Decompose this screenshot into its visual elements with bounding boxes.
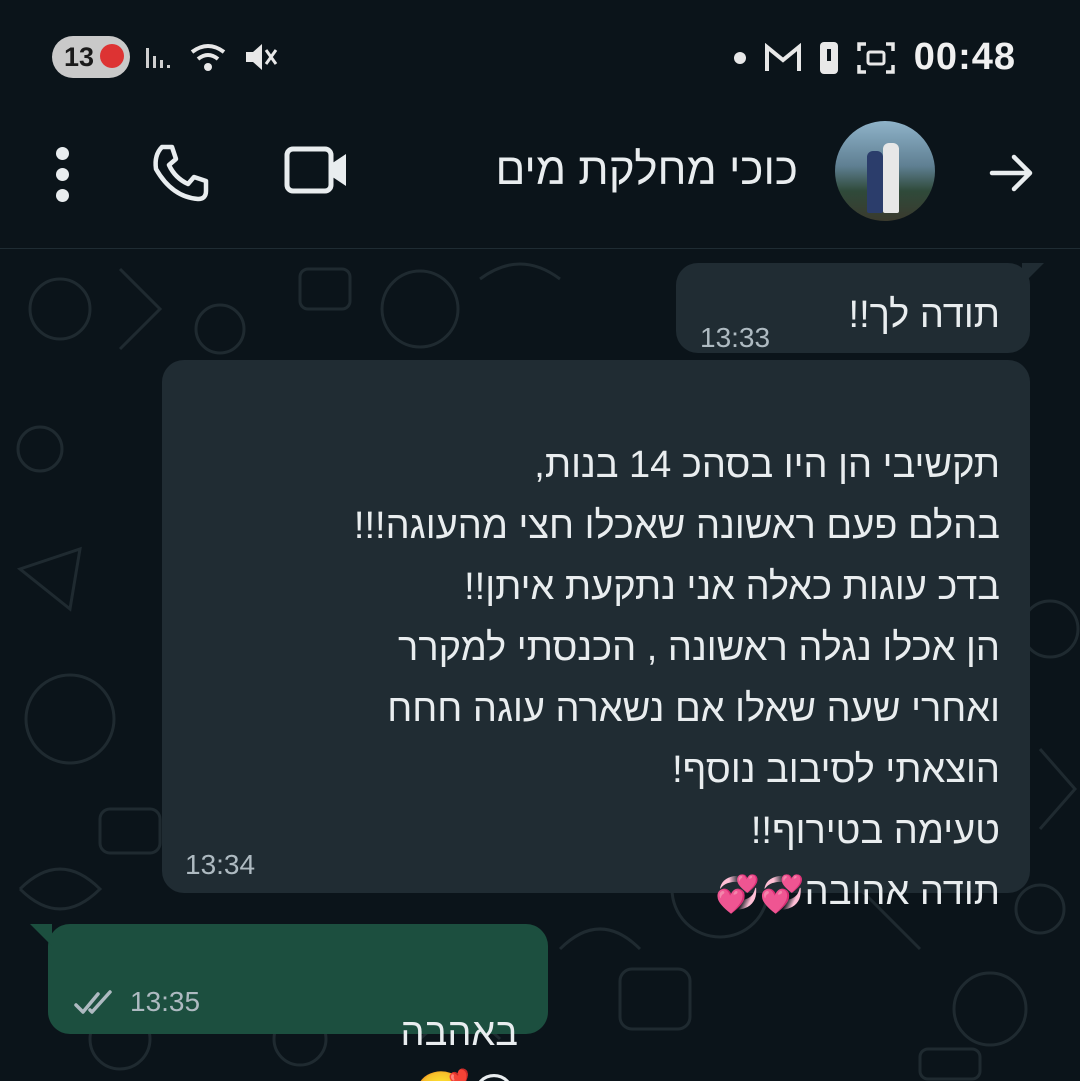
message-bubble-outgoing[interactable]: באהבה 😊🥰 13:35: [30, 924, 548, 1081]
smiling-hearts-emoji-icon: 🥰: [413, 1065, 470, 1081]
smiling-emoji-icon: 😊: [470, 1065, 518, 1081]
message-time: 13:34: [185, 849, 256, 880]
voice-call-icon[interactable]: [148, 141, 212, 205]
message-body: באהבה: [400, 1012, 519, 1054]
message-text: באהבה 😊🥰: [401, 942, 519, 1081]
wifi-icon: [190, 44, 226, 71]
contact-avatar[interactable]: [835, 121, 935, 221]
notification-pill[interactable]: 13: [52, 36, 130, 78]
notification-count: 13: [64, 41, 95, 72]
bubble-tail: [1022, 263, 1044, 285]
status-clock: 00:48: [913, 36, 1016, 78]
screen-record-icon: [857, 41, 895, 74]
message-time: 13:35: [130, 986, 201, 1017]
message-bubble-incoming[interactable]: תקשיבי הן היו בסהכ 14 בנות, בהלם פעם ראש…: [162, 360, 1030, 914]
chat-area[interactable]: תודה לך!! 13:33 תקשיבי הן היו בסהכ 14 בנ…: [0, 249, 1080, 1081]
battery-icon: [819, 41, 838, 74]
back-arrow-icon[interactable]: [986, 147, 1038, 199]
notification-indicator-icon: [733, 51, 746, 64]
status-left: 13: [52, 36, 278, 78]
bubble-tail: [30, 924, 52, 946]
status-bar: 13 00:48: [0, 0, 1080, 115]
notification-dot-icon: [100, 44, 124, 68]
message-bubble-incoming[interactable]: תודה לך!! 13:33: [676, 263, 1044, 353]
video-call-icon[interactable]: [284, 145, 350, 195]
chat-header: כוכי מחלקת מים: [0, 115, 1080, 249]
signal-icon: [146, 48, 170, 68]
message-time: 13:33: [700, 322, 771, 353]
message-body: תקשיבי הן היו בסהכ 14 בנות, בהלם פעם ראש…: [353, 444, 1000, 913]
more-options-icon[interactable]: [52, 147, 72, 207]
message-text: תקשיבי הן היו בסהכ 14 בנות, בהלם פעם ראש…: [170, 374, 1000, 924]
message-text: תודה לך!!: [848, 294, 1000, 336]
gmail-icon: [764, 42, 801, 71]
double-check-icon: [74, 990, 112, 1014]
contact-name[interactable]: כוכי מחלקת מים: [495, 145, 798, 195]
heart-emoji-icon: 💞: [715, 873, 760, 915]
mute-icon: [246, 44, 278, 70]
heart-emoji-icon: 💞: [759, 873, 805, 915]
status-right: 00:48: [733, 36, 1016, 79]
